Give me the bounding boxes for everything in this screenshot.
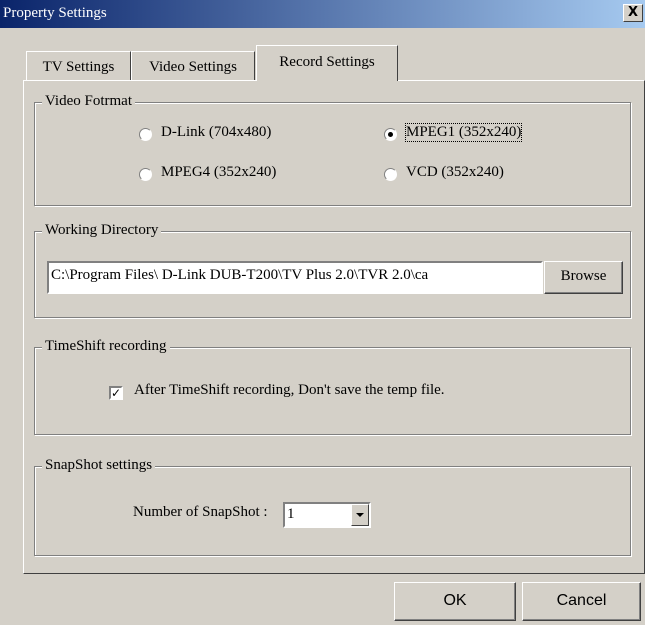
tab-record-settings[interactable]: Record Settings bbox=[256, 45, 398, 81]
close-icon: X bbox=[627, 5, 639, 20]
close-button[interactable]: X bbox=[623, 4, 643, 22]
window-title: Property Settings bbox=[3, 5, 107, 21]
video-format-group: Video Fotrmat D-Link (704x480) MPEG1 (35… bbox=[34, 93, 631, 206]
ok-button[interactable]: OK bbox=[394, 582, 516, 621]
tab-label: Record Settings bbox=[279, 54, 375, 70]
group-legend: Video Fotrmat bbox=[42, 93, 136, 110]
group-legend: SnapShot settings bbox=[42, 457, 156, 474]
radio-vcd-label[interactable]: VCD (352x240) bbox=[406, 164, 504, 181]
group-legend: TimeShift recording bbox=[42, 338, 170, 355]
group-legend: Working Directory bbox=[42, 222, 162, 239]
radio-dlink-label[interactable]: D-Link (704x480) bbox=[161, 124, 271, 141]
radio-mpeg4[interactable] bbox=[139, 168, 152, 181]
tab-panel: Video Fotrmat D-Link (704x480) MPEG1 (35… bbox=[23, 80, 645, 574]
radio-selected-dot bbox=[388, 132, 393, 137]
tab-tv-settings[interactable]: TV Settings bbox=[26, 51, 131, 80]
snapshot-count-select[interactable]: 1 bbox=[283, 502, 371, 528]
working-directory-input[interactable]: C:\Program Files\ D-Link DUB-T200\TV Plu… bbox=[47, 261, 543, 294]
tab-label: Video Settings bbox=[149, 59, 237, 75]
timeshift-checkbox-label[interactable]: After TimeShift recording, Don't save th… bbox=[134, 382, 445, 399]
snapshot-count-value: 1 bbox=[287, 506, 295, 522]
radio-mpeg1[interactable] bbox=[384, 128, 397, 141]
radio-dlink[interactable] bbox=[139, 128, 152, 141]
timeshift-group: TimeShift recording ✓ After TimeShift re… bbox=[34, 338, 631, 435]
working-directory-group: Working Directory C:\Program Files\ D-Li… bbox=[34, 222, 631, 318]
dropdown-arrow-icon[interactable] bbox=[351, 504, 369, 526]
radio-mpeg4-label[interactable]: MPEG4 (352x240) bbox=[161, 164, 276, 181]
snapshot-count-label: Number of SnapShot : bbox=[133, 504, 268, 520]
checkmark-icon: ✓ bbox=[111, 386, 122, 400]
tab-video-settings[interactable]: Video Settings bbox=[131, 51, 255, 80]
radio-vcd[interactable] bbox=[384, 168, 397, 181]
timeshift-checkbox[interactable]: ✓ bbox=[109, 386, 123, 400]
title-bar: Property Settings X bbox=[0, 0, 645, 28]
browse-button[interactable]: Browse bbox=[544, 261, 623, 294]
radio-mpeg1-label[interactable]: MPEG1 (352x240) bbox=[404, 123, 523, 142]
cancel-button[interactable]: Cancel bbox=[522, 582, 641, 621]
tab-label: TV Settings bbox=[42, 59, 115, 75]
snapshot-group: SnapShot settings Number of SnapShot : 1 bbox=[34, 457, 631, 556]
